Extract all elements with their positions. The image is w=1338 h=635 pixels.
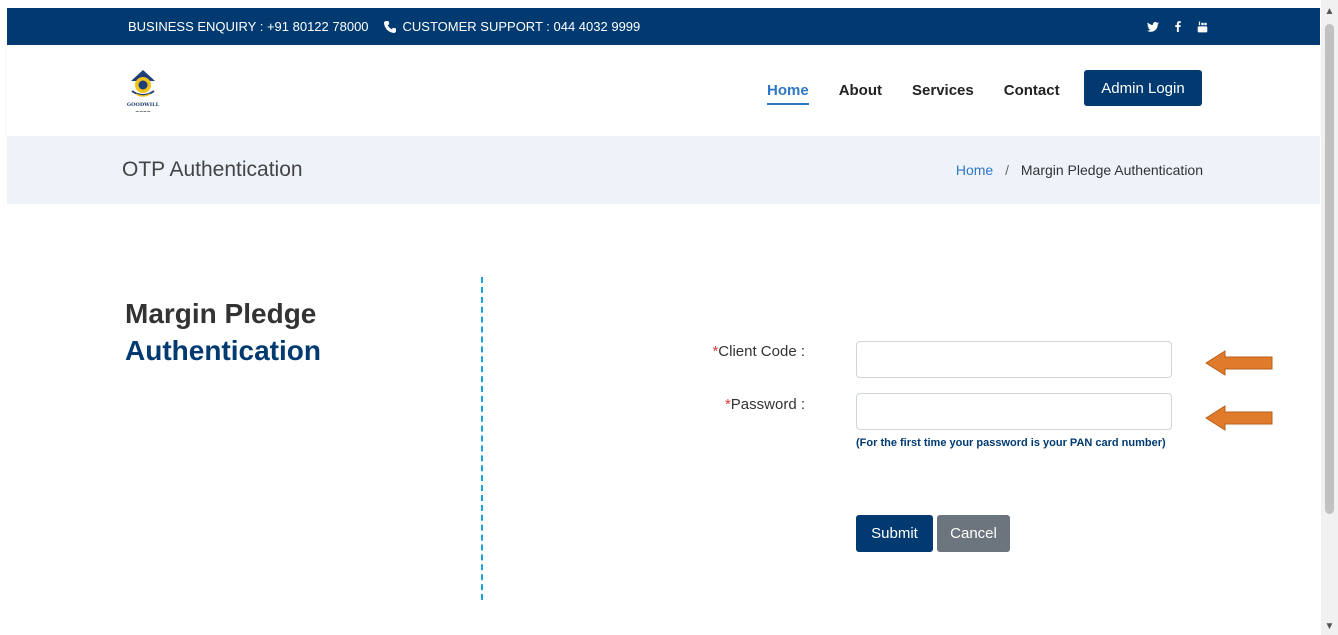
client-code-label-text: Client Code :	[718, 343, 805, 360]
arrow-left-icon	[1205, 405, 1273, 431]
submit-button[interactable]: Submit	[856, 515, 933, 552]
arrow-left-icon	[1205, 350, 1273, 376]
social-links	[1147, 8, 1208, 45]
heading-line-1: Margin Pledge	[125, 298, 317, 329]
main-nav: Home About Services Contact	[767, 45, 1090, 136]
phone-icon	[383, 20, 397, 34]
heading-line-2: Authentication	[125, 335, 321, 366]
admin-login-button[interactable]: Admin Login	[1084, 70, 1202, 106]
vertical-scrollbar[interactable]: ▲ ▼	[1321, 0, 1338, 635]
scroll-up-icon[interactable]: ▲	[1321, 6, 1338, 18]
password-label-text: Password :	[730, 396, 805, 413]
client-code-input[interactable]	[856, 341, 1172, 378]
password-input[interactable]	[856, 393, 1172, 430]
customer-support-text: CUSTOMER SUPPORT : 044 4032 9999	[402, 19, 641, 34]
logo-text: GOODWILL	[126, 102, 160, 108]
site-header: GOODWILL ▬ ▬ ▬ ▬ Home About Services Con…	[7, 45, 1320, 136]
nav-contact[interactable]: Contact	[1004, 72, 1060, 109]
password-label: *Password :	[725, 396, 805, 413]
nav-home[interactable]: Home	[767, 72, 809, 109]
goodwill-logo[interactable]: GOODWILL ▬ ▬ ▬ ▬	[118, 67, 168, 117]
scroll-thumb[interactable]	[1325, 24, 1334, 514]
page-title: OTP Authentication	[122, 158, 303, 181]
password-hint: (For the first time your password is you…	[856, 437, 1166, 449]
youtube-icon[interactable]	[1197, 21, 1208, 33]
section-heading: Margin Pledge Authentication	[125, 295, 321, 369]
logo-tagline: ▬ ▬ ▬ ▬	[135, 109, 151, 113]
page: BUSINESS ENQUIRY : +91 80122 78000 CUSTO…	[7, 0, 1320, 635]
cancel-button[interactable]: Cancel	[937, 515, 1010, 552]
page-title-bar: OTP Authentication Home / Margin Pledge …	[7, 136, 1320, 204]
breadcrumb-separator: /	[1005, 162, 1009, 178]
breadcrumb: Home / Margin Pledge Authentication	[956, 162, 1203, 178]
contact-info: BUSINESS ENQUIRY : +91 80122 78000 CUSTO…	[128, 8, 640, 45]
top-info-bar: BUSINESS ENQUIRY : +91 80122 78000 CUSTO…	[7, 8, 1320, 45]
nav-services[interactable]: Services	[912, 72, 974, 109]
scroll-down-icon[interactable]: ▼	[1321, 621, 1338, 633]
breadcrumb-current: Margin Pledge Authentication	[1020, 162, 1203, 178]
nav-about[interactable]: About	[839, 72, 882, 109]
facebook-icon[interactable]	[1175, 21, 1181, 32]
breadcrumb-home-link[interactable]: Home	[956, 162, 993, 178]
dashed-divider	[481, 277, 483, 600]
client-code-label: *Client Code :	[712, 343, 805, 360]
twitter-icon[interactable]	[1147, 21, 1159, 32]
business-enquiry-text: BUSINESS ENQUIRY : +91 80122 78000	[128, 19, 369, 34]
